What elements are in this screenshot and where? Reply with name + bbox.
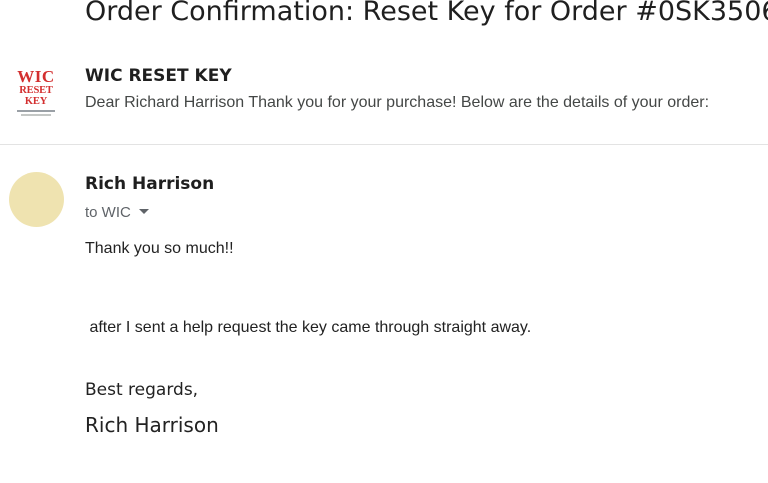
collapsed-sender-name: WIC RESET KEY xyxy=(85,66,232,86)
message-snippet: Dear Richard Harrison Thank you for your… xyxy=(85,94,710,111)
recipient-label: to WIC xyxy=(85,204,131,221)
logo-text-reset-key: RESET KEY xyxy=(19,85,53,107)
body-line-thanks: Thank you so much!! xyxy=(85,240,234,257)
reply-sender-name[interactable]: Rich Harrison xyxy=(85,174,214,194)
collapsed-message[interactable]: WIC RESET KEY WIC RESET KEY Dear Richard… xyxy=(0,58,768,144)
sender-logo: WIC RESET KEY xyxy=(10,67,62,116)
signature-name: Rich Harrison xyxy=(85,413,219,437)
logo-tagline-small xyxy=(21,114,51,116)
recipient-details-toggle[interactable]: to WIC xyxy=(85,204,149,221)
email-subject: Order Confirmation: Reset Key for Order … xyxy=(85,0,768,27)
body-line-help-request: after I sent a help request the key came… xyxy=(85,319,532,336)
chevron-down-icon[interactable] xyxy=(138,209,149,214)
logo-tagline xyxy=(17,110,55,112)
closing-line: Best regards, xyxy=(85,380,199,400)
message-divider xyxy=(0,144,768,145)
logo-text-wic: WIC xyxy=(17,67,55,86)
avatar[interactable] xyxy=(9,172,64,227)
